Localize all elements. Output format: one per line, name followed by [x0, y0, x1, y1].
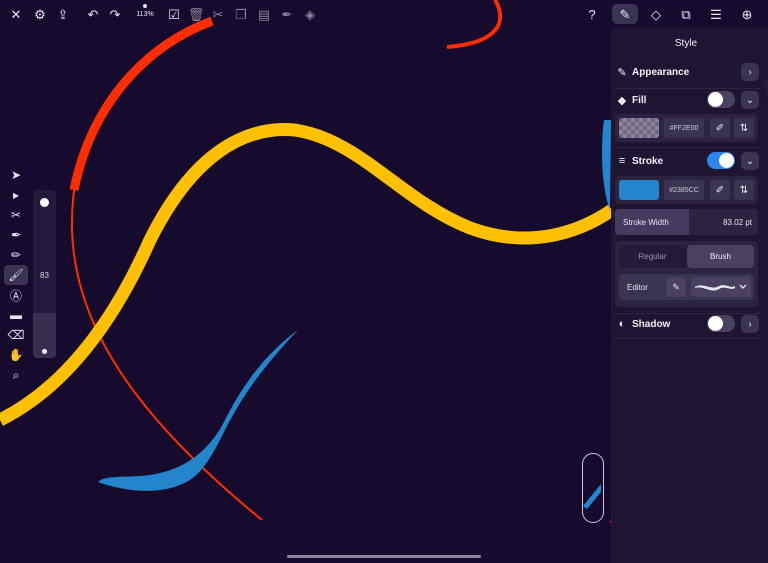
- eraser-icon[interactable]: ⌫: [4, 325, 28, 345]
- fill-hex[interactable]: #FF2E00: [664, 118, 704, 138]
- pencil-icon[interactable]: ✏: [4, 245, 28, 265]
- yellow-stroke[interactable]: [0, 123, 616, 426]
- brush-icon[interactable]: 🖌: [4, 265, 28, 285]
- brush-settings: Regular Brush Editor ✎: [615, 241, 758, 307]
- zoom-icon[interactable]: ⌕: [4, 365, 28, 385]
- select-icon[interactable]: ➤: [4, 165, 28, 185]
- panel-title: Style: [674, 38, 698, 49]
- pen-icon[interactable]: ✒: [4, 225, 28, 245]
- cut-icon[interactable]: ✂: [208, 4, 228, 24]
- stroke-width-value[interactable]: 83.02 pt: [723, 209, 752, 235]
- fill-color-row: #FF2E00 ✐ ⇅: [615, 114, 758, 142]
- share-icon[interactable]: ⇪: [53, 4, 73, 24]
- chevron-down-icon[interactable]: ⌄: [741, 152, 759, 170]
- blue-stroke[interactable]: [98, 330, 298, 491]
- stroke-hex[interactable]: #2385CC: [664, 180, 704, 200]
- stroke-color-row: #2385CC ✐ ⇅: [615, 176, 758, 204]
- brush-edit-icon[interactable]: ✎: [666, 277, 686, 297]
- scissors-icon[interactable]: ✂: [4, 205, 28, 225]
- style-panel: Style ✎ Appearance › ◆ Fill ⌄ #FF2E00 ✐ …: [611, 28, 768, 563]
- editor-label: Editor: [627, 282, 648, 292]
- segment-regular[interactable]: Regular: [619, 245, 686, 268]
- shadow-row: ◐ Shadow ›: [616, 315, 759, 333]
- top-toolbar: ✕ ⚙ ⇪ ↶ ↷ 113% ☑ 🗑 ✂ ❐ ▤ ✒ ◈ ? ✎ ◇ ⧉ ☰ ⊕: [0, 0, 768, 28]
- select-all-icon[interactable]: ☑: [164, 4, 184, 24]
- zoom-value: 113%: [136, 11, 154, 18]
- eyedropper-icon[interactable]: ✐: [710, 180, 730, 200]
- gradient-icon[interactable]: ⇅: [734, 180, 754, 200]
- shadow-icon: ◐: [618, 318, 626, 330]
- home-indicator: [287, 555, 481, 558]
- appearance-row[interactable]: ✎ Appearance ›: [616, 63, 759, 81]
- divider: [615, 313, 760, 314]
- blue-stroke-partial[interactable]: [602, 120, 611, 210]
- red-stroke[interactable]: [70, 21, 263, 521]
- stroke-swatch[interactable]: [619, 180, 659, 200]
- brush-profile-preview: [695, 285, 735, 291]
- undo-icon[interactable]: ↶: [83, 4, 103, 24]
- brush-size-value: 83: [40, 271, 49, 280]
- redo-icon[interactable]: ↷: [105, 4, 125, 24]
- appearance-icon: ✎: [617, 66, 627, 79]
- navigator-preview-stroke: [583, 484, 601, 509]
- stroke-label: Stroke: [632, 155, 664, 167]
- fill-bucket-icon: ◆: [617, 94, 627, 107]
- help-icon[interactable]: ?: [582, 4, 602, 24]
- fill-label: Fill: [632, 94, 647, 106]
- stroke-lines-icon: ≡: [618, 155, 626, 167]
- trash-icon[interactable]: 🗑: [186, 4, 206, 24]
- add-icon[interactable]: ⊕: [737, 4, 757, 24]
- shadow-label: Shadow: [632, 318, 671, 330]
- brush-mode-segmented: Regular Brush: [619, 245, 754, 268]
- paste-icon[interactable]: ▤: [254, 4, 274, 24]
- settings-icon[interactable]: ⚙: [30, 4, 50, 24]
- layers-icon[interactable]: ☰: [706, 4, 726, 24]
- rectangle-icon[interactable]: ▬: [4, 305, 28, 325]
- fill-toggle[interactable]: [707, 91, 735, 108]
- stroke-width-label: Stroke Width: [615, 209, 689, 235]
- slider-min-dot: [42, 349, 47, 354]
- segment-brush[interactable]: Brush: [687, 245, 754, 268]
- chevron-down-icon: [739, 284, 747, 289]
- slider-max-dot: [40, 198, 49, 207]
- stroke-row: ≡ Stroke ⌄: [616, 152, 759, 170]
- fill-row: ◆ Fill ⌄: [616, 91, 759, 109]
- text-icon[interactable]: Ⓐ: [4, 285, 28, 305]
- appearance-label: Appearance: [632, 66, 690, 78]
- zoom-level[interactable]: 113%: [134, 4, 156, 22]
- tool-palette: ➤ ▸ ✂ ✒ ✏ 🖌 Ⓐ ▬ ⌫ ✋ ⌕: [4, 165, 28, 385]
- divider: [615, 147, 760, 148]
- stroke-width-row[interactable]: Stroke Width 83.02 pt: [615, 209, 758, 235]
- close-icon[interactable]: ✕: [6, 4, 26, 24]
- brush-editor-row: Editor ✎: [619, 274, 754, 300]
- chevron-down-icon[interactable]: ⌄: [741, 91, 759, 109]
- fill-style-icon[interactable]: ◈: [300, 4, 320, 24]
- stroke-toggle[interactable]: [707, 152, 735, 169]
- style-icon[interactable]: ✎: [612, 4, 638, 24]
- copy-icon[interactable]: ❐: [231, 4, 251, 24]
- divider: [615, 338, 760, 339]
- direct-select-icon[interactable]: ▸: [4, 185, 28, 205]
- pen-style-icon[interactable]: ✒: [277, 4, 297, 24]
- shadow-toggle[interactable]: [707, 315, 735, 332]
- brush-size-slider[interactable]: 83: [33, 190, 56, 358]
- red-stroke-thick[interactable]: [69, 16, 214, 191]
- fill-swatch[interactable]: [619, 118, 659, 138]
- gradient-icon[interactable]: ⇅: [734, 118, 754, 138]
- brush-profile-picker[interactable]: [691, 277, 751, 297]
- divider: [615, 88, 760, 89]
- boolean-icon[interactable]: ⧉: [676, 4, 696, 24]
- hand-icon[interactable]: ✋: [4, 345, 28, 365]
- chevron-right-icon[interactable]: ›: [741, 63, 759, 81]
- navigator-thumbnail[interactable]: [582, 453, 604, 523]
- shape-icon[interactable]: ◇: [646, 4, 666, 24]
- chevron-right-icon[interactable]: ›: [741, 315, 759, 333]
- eyedropper-icon[interactable]: ✐: [710, 118, 730, 138]
